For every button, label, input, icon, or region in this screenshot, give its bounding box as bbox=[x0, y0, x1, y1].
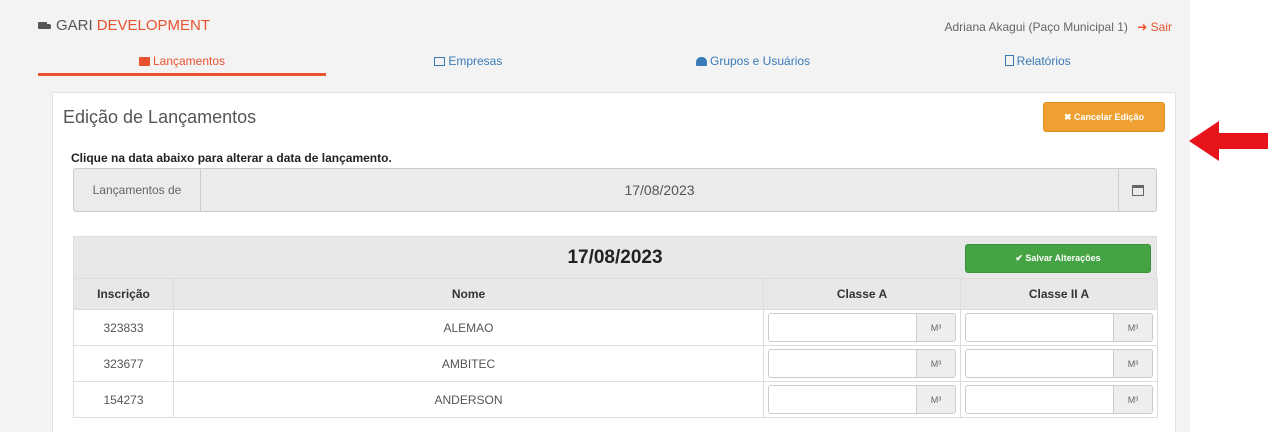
classe-a-input[interactable] bbox=[769, 314, 916, 341]
inscricao-cell: 154273 bbox=[73, 381, 174, 418]
truck-icon bbox=[38, 21, 52, 31]
desktop-icon bbox=[138, 57, 150, 66]
classe-a-field: M³ bbox=[768, 385, 956, 414]
user-name: Adriana Akagui (Paço Municipal 1) bbox=[944, 20, 1128, 34]
tab-grupos-usuarios[interactable]: Grupos e Usuários bbox=[611, 50, 896, 76]
main-tabs: Lançamentos Empresas Grupos e Usuários R… bbox=[38, 50, 1180, 76]
inscricao-cell: 323677 bbox=[73, 345, 174, 382]
arrow-shape bbox=[1189, 121, 1268, 161]
unit-label: M³ bbox=[1113, 386, 1152, 413]
file-icon bbox=[1004, 55, 1014, 66]
classe-ii-a-cell: M³ bbox=[960, 381, 1158, 418]
top-navbar: GARI DEVELOPMENT Adriana Akagui (Paço Mu… bbox=[0, 0, 1190, 48]
nome-cell: ALEMAO bbox=[173, 309, 764, 346]
unit-label: M³ bbox=[916, 314, 955, 341]
column-header: Nome bbox=[173, 278, 764, 310]
brand-prefix: GARI bbox=[56, 17, 93, 34]
logout-label: Sair bbox=[1150, 20, 1172, 34]
classe-ii-a-field: M³ bbox=[965, 385, 1153, 414]
unit-label: M³ bbox=[916, 386, 955, 413]
unit-label: M³ bbox=[1113, 314, 1152, 341]
edit-panel: Edição de Lançamentos ✖ Cancelar Edição … bbox=[52, 92, 1176, 432]
classe-ii-a-input[interactable] bbox=[966, 350, 1113, 377]
user-info: Adriana Akagui (Paço Municipal 1) ➜ Sair bbox=[944, 20, 1172, 34]
page-title: Edição de Lançamentos bbox=[63, 107, 257, 127]
calendar-icon bbox=[1131, 184, 1144, 196]
tab-lancamentos[interactable]: Lançamentos bbox=[38, 50, 326, 76]
date-hint-text: Clique na data abaixo para alterar a dat… bbox=[71, 151, 392, 165]
tab-label: Grupos e Usuários bbox=[709, 54, 811, 68]
classe-ii-a-field: M³ bbox=[965, 349, 1153, 378]
date-picker-value[interactable]: 17/08/2023 bbox=[201, 169, 1118, 211]
unit-label: M³ bbox=[916, 350, 955, 377]
classe-ii-a-cell: M³ bbox=[960, 309, 1158, 346]
date-picker-label: Lançamentos de bbox=[74, 169, 201, 211]
annotation-arrow-icon bbox=[1189, 121, 1268, 161]
classe-ii-a-field: M³ bbox=[965, 313, 1153, 342]
unit-label: M³ bbox=[1113, 350, 1152, 377]
classe-ii-a-input[interactable] bbox=[966, 314, 1113, 341]
column-header: Inscrição bbox=[73, 278, 174, 310]
brand-suffix: DEVELOPMENT bbox=[96, 17, 211, 34]
tab-empresas[interactable]: Empresas bbox=[326, 50, 611, 76]
table-header-row: Inscrição Nome Classe A Classe II A bbox=[73, 278, 1158, 310]
column-header: Classe II A bbox=[960, 278, 1158, 310]
logout-link[interactable]: ➜ Sair bbox=[1137, 20, 1172, 34]
classe-a-field: M³ bbox=[768, 313, 956, 342]
table-row: 323833 ALEMAO M³ M³ bbox=[73, 309, 1158, 346]
tab-label: Relatórios bbox=[1016, 54, 1071, 68]
sign-out-icon: ➜ bbox=[1137, 20, 1148, 34]
classe-a-field: M³ bbox=[768, 349, 956, 378]
classe-a-input[interactable] bbox=[769, 350, 916, 377]
entries-table: 17/08/2023 ✔ Salvar Alterações Inscrição… bbox=[73, 236, 1158, 418]
table-header-bar: 17/08/2023 ✔ Salvar Alterações bbox=[73, 236, 1157, 278]
brand-logo[interactable]: GARI DEVELOPMENT bbox=[38, 17, 210, 34]
save-changes-button[interactable]: ✔ Salvar Alterações bbox=[965, 244, 1151, 273]
tab-label: Empresas bbox=[448, 54, 503, 68]
entries-grid: Inscrição Nome Classe A Classe II A 3238… bbox=[73, 278, 1158, 418]
classe-ii-a-input[interactable] bbox=[966, 386, 1113, 413]
table-row: 323677 AMBITEC M³ M³ bbox=[73, 345, 1158, 382]
table-row: 154273 ANDERSON M³ M³ bbox=[73, 381, 1158, 418]
building-icon bbox=[434, 57, 446, 66]
app-window: GARI DEVELOPMENT Adriana Akagui (Paço Mu… bbox=[0, 0, 1190, 432]
tab-relatorios[interactable]: Relatórios bbox=[895, 50, 1180, 76]
classe-a-input[interactable] bbox=[769, 386, 916, 413]
inscricao-cell: 323833 bbox=[73, 309, 174, 346]
cancel-edit-button[interactable]: ✖ Cancelar Edição bbox=[1043, 102, 1165, 132]
column-header: Classe A bbox=[763, 278, 961, 310]
classe-a-cell: M³ bbox=[763, 345, 961, 382]
classe-a-cell: M³ bbox=[763, 309, 961, 346]
nome-cell: AMBITEC bbox=[173, 345, 764, 382]
users-icon bbox=[695, 57, 707, 66]
classe-ii-a-cell: M³ bbox=[960, 345, 1158, 382]
calendar-button[interactable] bbox=[1118, 169, 1156, 211]
date-picker[interactable]: Lançamentos de 17/08/2023 bbox=[73, 168, 1157, 212]
tab-label: Lançamentos bbox=[152, 54, 226, 68]
nome-cell: ANDERSON bbox=[173, 381, 764, 418]
classe-a-cell: M³ bbox=[763, 381, 961, 418]
